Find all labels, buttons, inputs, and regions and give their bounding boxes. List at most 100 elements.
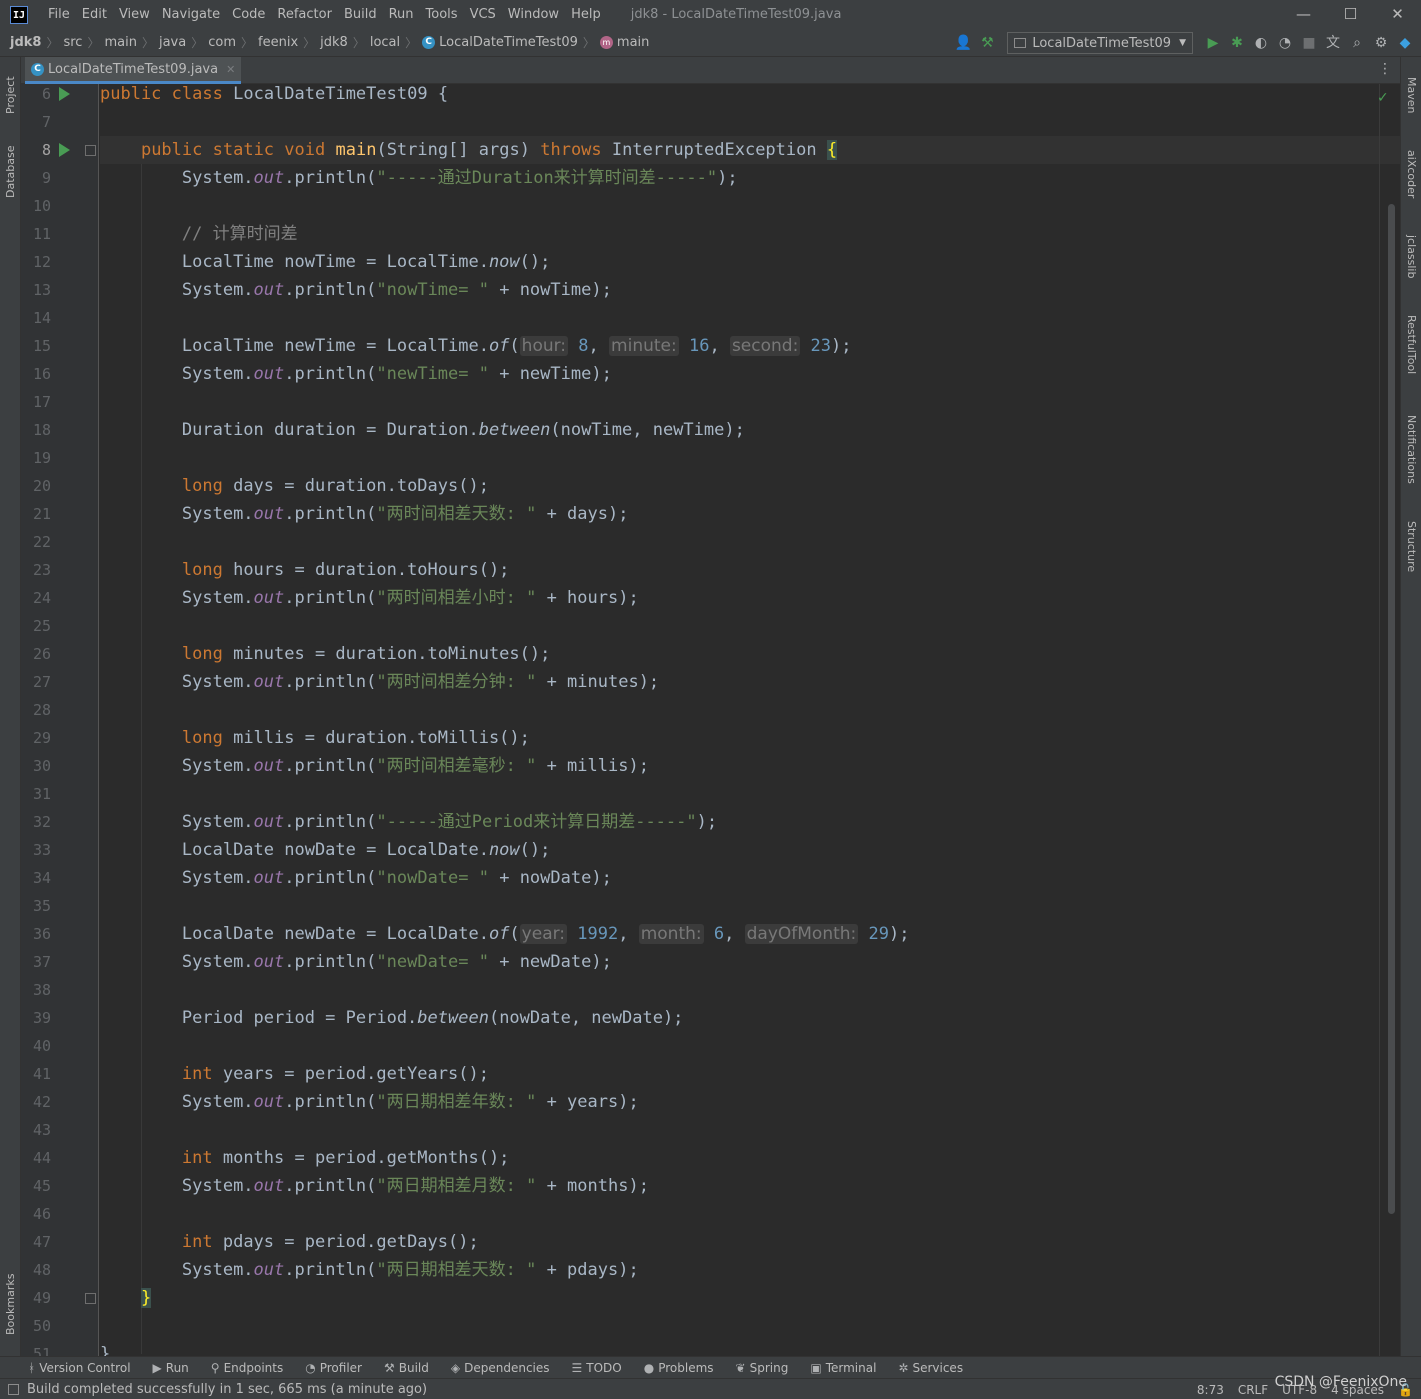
line-number[interactable]: 25 bbox=[21, 612, 51, 640]
code-line[interactable] bbox=[100, 696, 1400, 724]
line-number[interactable]: 33 bbox=[21, 836, 51, 864]
menu-refactor[interactable]: Refactor bbox=[271, 0, 338, 29]
breadcrumb-java[interactable]: java bbox=[159, 35, 186, 50]
line-number[interactable]: 32 bbox=[21, 808, 51, 836]
line-number[interactable]: 20 bbox=[21, 472, 51, 500]
code-line[interactable] bbox=[100, 1032, 1400, 1060]
close-window-button[interactable]: ✕ bbox=[1374, 0, 1421, 29]
breadcrumb-src[interactable]: src bbox=[63, 35, 82, 50]
code-line[interactable]: public class LocalDateTimeTest09 { bbox=[100, 84, 1400, 108]
menu-navigate[interactable]: Navigate bbox=[156, 0, 226, 29]
fold-icon[interactable] bbox=[85, 145, 96, 156]
code-line[interactable]: System.out.println("-----通过Duration来计算时间… bbox=[100, 164, 1400, 192]
line-number[interactable]: 14 bbox=[21, 304, 51, 332]
line-number[interactable]: 7 bbox=[21, 108, 51, 136]
line-number[interactable]: 29 bbox=[21, 724, 51, 752]
line-number[interactable]: 34 bbox=[21, 864, 51, 892]
tool-tab-notifications[interactable]: Notifications bbox=[1401, 402, 1421, 497]
tool-tab-restfultool[interactable]: RestfulTool bbox=[1401, 302, 1421, 387]
search-icon[interactable]: ⌕ bbox=[1345, 31, 1369, 55]
editor-file-tab[interactable]: C LocalDateTimeTest09.java ✕ bbox=[25, 57, 242, 84]
fold-icon[interactable] bbox=[85, 1293, 96, 1304]
line-number[interactable]: 10 bbox=[21, 192, 51, 220]
code-line[interactable]: int pdays = period.getDays(); bbox=[100, 1228, 1400, 1256]
code-line[interactable]: System.out.println("newDate= " + newDate… bbox=[100, 948, 1400, 976]
code-line[interactable]: System.out.println("newTime= " + newTime… bbox=[100, 360, 1400, 388]
bottom-tab-services[interactable]: ✲ Services bbox=[898, 1361, 963, 1375]
run-configuration-selector[interactable]: LocalDateTimeTest09 ▼ bbox=[1007, 32, 1193, 54]
code-area[interactable]: public class LocalDateTimeTest09 { publi… bbox=[100, 84, 1400, 1356]
line-number[interactable]: 35 bbox=[21, 892, 51, 920]
tool-tab-aixcoder[interactable]: aiXcoder bbox=[1401, 137, 1421, 212]
line-number[interactable]: 41 bbox=[21, 1060, 51, 1088]
line-number[interactable]: 45 bbox=[21, 1172, 51, 1200]
line-number[interactable]: 49 bbox=[21, 1284, 51, 1312]
code-line[interactable]: System.out.println("两日期相差月数: " + months)… bbox=[100, 1172, 1400, 1200]
menu-tools[interactable]: Tools bbox=[420, 0, 464, 29]
more-options-icon[interactable]: ⋮ bbox=[1378, 61, 1392, 77]
editor-scrollbar[interactable] bbox=[1388, 204, 1395, 1214]
line-number[interactable]: 6 bbox=[21, 84, 51, 108]
line-number[interactable]: 44 bbox=[21, 1144, 51, 1172]
line-number[interactable]: 26 bbox=[21, 640, 51, 668]
code-line[interactable]: System.out.println("-----通过Period来计算日期差-… bbox=[100, 808, 1400, 836]
line-number[interactable]: 28 bbox=[21, 696, 51, 724]
line-number[interactable]: 24 bbox=[21, 584, 51, 612]
line-separator[interactable]: CRLF bbox=[1238, 1383, 1268, 1397]
line-number[interactable]: 19 bbox=[21, 444, 51, 472]
breadcrumb-method[interactable]: m main bbox=[599, 35, 649, 50]
translate-icon[interactable]: 文 bbox=[1321, 31, 1345, 55]
code-line[interactable]: System.out.println("两时间相差毫秒: " + millis)… bbox=[100, 752, 1400, 780]
line-number[interactable]: 27 bbox=[21, 668, 51, 696]
code-line[interactable]: System.out.println("两时间相差天数: " + days); bbox=[100, 500, 1400, 528]
bottom-tab-dependencies[interactable]: ◈ Dependencies bbox=[451, 1361, 550, 1375]
profile-icon[interactable]: ◔ bbox=[1273, 31, 1297, 55]
bottom-tab-run[interactable]: ▶ Run bbox=[153, 1361, 189, 1375]
line-number[interactable]: 50 bbox=[21, 1312, 51, 1340]
bottom-tab-todo[interactable]: ☰ TODO bbox=[572, 1361, 622, 1375]
code-line[interactable] bbox=[100, 444, 1400, 472]
tool-tab-database[interactable]: Database bbox=[0, 137, 21, 207]
plugin-icon[interactable]: ◆ bbox=[1393, 31, 1417, 55]
line-number[interactable]: 43 bbox=[21, 1116, 51, 1144]
debug-icon[interactable]: ✱ bbox=[1225, 31, 1249, 55]
code-line[interactable]: LocalTime nowTime = LocalTime.now(); bbox=[100, 248, 1400, 276]
code-line[interactable]: System.out.println("两日期相差天数: " + pdays); bbox=[100, 1256, 1400, 1284]
line-number[interactable]: 18 bbox=[21, 416, 51, 444]
intellij-logo-icon[interactable]: IJ bbox=[10, 5, 28, 24]
user-icon[interactable]: 👤 bbox=[951, 31, 975, 55]
line-number[interactable]: 51 bbox=[21, 1340, 51, 1356]
code-line[interactable]: public static void main(String[] args) t… bbox=[100, 136, 1400, 164]
code-line[interactable]: System.out.println("两日期相差年数: " + years); bbox=[100, 1088, 1400, 1116]
menu-run[interactable]: Run bbox=[383, 0, 420, 29]
menu-edit[interactable]: Edit bbox=[76, 0, 113, 29]
code-line[interactable] bbox=[100, 192, 1400, 220]
menu-vcs[interactable]: VCS bbox=[464, 0, 502, 29]
line-number[interactable]: 42 bbox=[21, 1088, 51, 1116]
run-gutter-icon[interactable] bbox=[59, 143, 70, 157]
breadcrumb-jdk8-package[interactable]: jdk8 bbox=[320, 35, 348, 50]
code-line[interactable] bbox=[100, 1200, 1400, 1228]
line-number[interactable]: 16 bbox=[21, 360, 51, 388]
code-line[interactable]: System.out.println("nowDate= " + nowDate… bbox=[100, 864, 1400, 892]
code-line[interactable]: long hours = duration.toHours(); bbox=[100, 556, 1400, 584]
line-number[interactable]: 37 bbox=[21, 948, 51, 976]
code-line[interactable] bbox=[100, 304, 1400, 332]
breadcrumb-local[interactable]: local bbox=[370, 35, 400, 50]
inspection-ok-icon[interactable]: ✓ bbox=[1377, 90, 1389, 106]
status-message[interactable]: Build completed successfully in 1 sec, 6… bbox=[27, 1382, 427, 1397]
bottom-tab-profiler[interactable]: ◔ Profiler bbox=[305, 1361, 362, 1375]
menu-file[interactable]: File bbox=[42, 0, 76, 29]
code-line[interactable]: LocalDate nowDate = LocalDate.now(); bbox=[100, 836, 1400, 864]
tool-tab-structure[interactable]: Structure bbox=[1401, 512, 1421, 582]
breadcrumb-main-dir[interactable]: main bbox=[104, 35, 136, 50]
code-line[interactable] bbox=[100, 1116, 1400, 1144]
hammer-icon[interactable]: ⚒ bbox=[975, 31, 999, 55]
breadcrumb-class[interactable]: C LocalDateTimeTest09 bbox=[422, 35, 578, 50]
line-number[interactable]: 31 bbox=[21, 780, 51, 808]
code-line[interactable] bbox=[100, 1312, 1400, 1340]
code-line[interactable] bbox=[100, 976, 1400, 1004]
bottom-tab-terminal[interactable]: ▣ Terminal bbox=[810, 1361, 876, 1375]
code-editor[interactable]: 6 7 8 9 10 11 12 13 14 15 16 17 18 19 20 21 22 23 24 25 26 27… bbox=[21, 84, 1400, 1356]
run-gutter-icon[interactable] bbox=[59, 87, 70, 101]
